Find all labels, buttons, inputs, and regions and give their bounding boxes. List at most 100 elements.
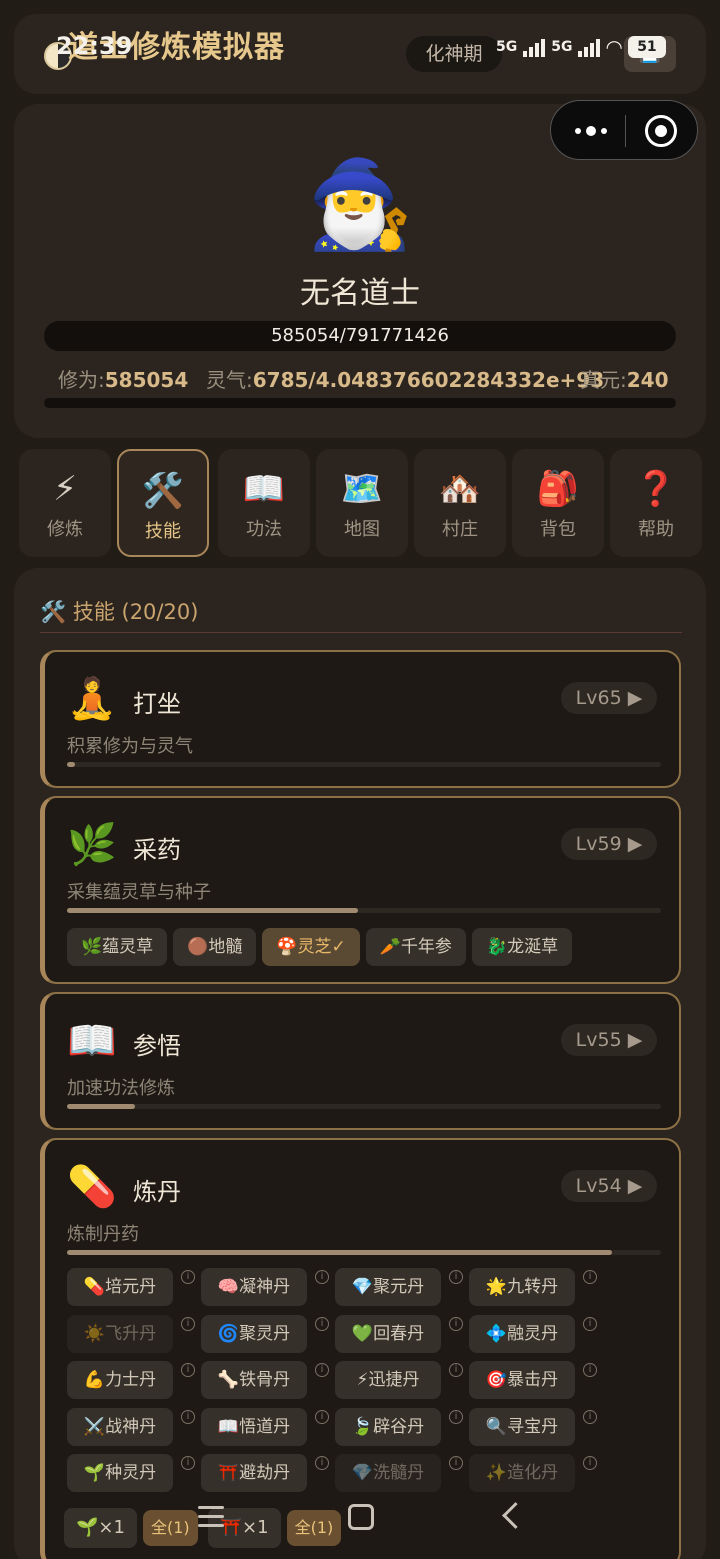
tab-village[interactable]: 🏘️ 村庄 [414,449,506,557]
back-icon[interactable] [500,1500,524,1530]
info-icon[interactable]: i [449,1409,463,1424]
pill-chip[interactable]: ⛩️避劫丹 [201,1454,307,1492]
menu-icon[interactable] [198,1506,224,1528]
signal-icon [578,37,601,57]
info-icon[interactable]: i [449,1363,463,1377]
pill-chip[interactable]: 🍃辟谷丹 [335,1407,441,1446]
pill-recipe: 🌱种灵丹 i [67,1454,197,1494]
info-icon[interactable]: i [315,1456,329,1470]
info-icon[interactable]: i [449,1316,463,1331]
skill-progress [67,1250,661,1255]
home-icon[interactable] [348,1504,374,1530]
skill-card-comprehend[interactable]: 📖 参悟 Lv55 ▶ 加速功法修炼 [40,992,681,1130]
info-icon[interactable]: i [181,1456,195,1470]
skill-progress-fill [67,908,359,913]
question-icon: ❓ [634,469,678,509]
signal-icon [523,37,546,57]
tab-help[interactable]: ❓ 帮助 [610,449,702,557]
info-icon[interactable]: i [315,1363,329,1377]
all-button[interactable]: 全(1) [286,1510,342,1546]
skill-card-meditate[interactable]: 🧘 打坐 Lv65 ▶ 积累修为与灵气 [40,650,681,788]
meditate-icon: 🧘 [67,676,117,722]
herb-chip[interactable]: 🌿蕴灵草 [67,928,168,966]
skill-level-button[interactable]: Lv59 ▶ [561,828,657,860]
pill-chip[interactable]: 💠融灵丹 [469,1314,575,1353]
book-icon: 📖 [67,1018,117,1064]
pill-recipe: ☀️飞升丹 i [67,1314,197,1355]
player-name: 无名道士 [300,276,420,311]
info-icon[interactable]: i [449,1456,463,1470]
pill-chip[interactable]: 🌱种灵丹 [67,1454,173,1492]
info-icon[interactable]: i [583,1363,597,1377]
skill-level-button[interactable]: Lv55 ▶ [561,1024,657,1056]
tab-label: 帮助 [638,519,674,540]
pill-chip[interactable]: ✨造化丹 [469,1454,575,1492]
more-icon[interactable] [571,119,611,143]
info-icon[interactable]: i [315,1409,329,1424]
tab-skills[interactable]: 🛠️ 技能 [117,449,209,557]
herb-chip[interactable]: 🟤地髓 [173,928,257,966]
divider [40,632,682,633]
tab-cultivate[interactable]: ⚡ 修炼 [19,449,111,557]
info-icon[interactable]: i [583,1316,597,1331]
pill-chip[interactable]: 🧠凝神丹 [201,1268,307,1306]
pill-chip[interactable]: 🌟九转丹 [469,1268,575,1306]
skills-title: 🛠️ 技能 (20/20) [40,600,199,624]
pill-chip[interactable]: 💊培元丹 [67,1268,173,1306]
skill-progress [67,762,661,767]
pill-chip[interactable]: ⚡迅捷丹 [335,1361,441,1399]
pill-chip[interactable]: ⚔️战神丹 [67,1407,173,1446]
tab-backpack[interactable]: 🎒 背包 [512,449,604,557]
herb-chip-selected[interactable]: 🍄灵芝✓ [262,928,360,966]
info-icon[interactable]: i [181,1409,195,1424]
skill-level-button[interactable]: Lv54 ▶ [561,1170,657,1202]
exp-text: 585054/791771426 [271,325,449,346]
close-target-icon[interactable] [645,115,677,147]
info-icon[interactable]: i [583,1409,597,1424]
herb-chip[interactable]: 🐉龙涎草 [471,928,573,966]
info-icon[interactable]: i [449,1270,463,1284]
skill-name: 参悟 [133,1032,181,1060]
skill-progress-fill [67,1104,136,1109]
info-icon[interactable]: i [315,1316,329,1331]
pill-chip[interactable]: 🔍寻宝丹 [469,1407,575,1446]
wifi-icon: ◠ [606,35,622,59]
book-icon: 📖 [242,469,286,509]
pill-chip[interactable]: 💚回春丹 [335,1314,441,1353]
pill-recipe: 💎洗髓丹 i [335,1454,465,1494]
info-icon[interactable]: i [583,1270,597,1284]
qi-bar [44,398,676,408]
skill-card-alchemy[interactable]: 💊 炼丹 Lv54 ▶ 炼制丹药 💊培元丹 i 🧠凝神丹 i 💎聚元丹 i 🌟九转丹 i ☀️飞… [40,1138,681,1559]
pill-recipe: ✨造化丹 i [469,1454,599,1494]
pill-icon: 💊 [67,1164,117,1210]
info-icon[interactable]: i [181,1270,195,1284]
queue-chip[interactable]: 🌱×1 [64,1508,137,1548]
skill-name: 采药 [133,836,181,864]
stat-qi: 灵气:6785/4.048376602284332e+93 [206,368,605,392]
pill-chip[interactable]: 💎洗髓丹 [335,1454,441,1492]
pill-chip[interactable]: 🌀聚灵丹 [201,1314,307,1353]
herb-options: 🌿蕴灵草 🟤地髓 🍄灵芝✓ 🥕千年参 🐉龙涎草 [67,928,573,966]
skill-level-button[interactable]: Lv65 ▶ [561,682,657,714]
skill-name: 炼丹 [133,1178,181,1206]
info-icon[interactable]: i [181,1316,195,1331]
realm-badge: 化神期 [406,36,502,72]
stat-cultivation: 修为:585054 [58,368,189,392]
pill-chip[interactable]: 💎聚元丹 [335,1268,441,1306]
all-button[interactable]: 全(1) [142,1510,198,1546]
info-icon[interactable]: i [181,1363,195,1377]
tab-map[interactable]: 🗺️ 地图 [316,449,408,557]
skill-progress-fill [67,762,75,767]
pill-chip[interactable]: 📖悟道丹 [201,1407,307,1446]
tab-techniques[interactable]: 📖 功法 [218,449,310,557]
pill-chip[interactable]: 🎯暴击丹 [469,1361,575,1399]
skill-card-gather[interactable]: 🌿 采药 Lv59 ▶ 采集蕴灵草与种子 🌿蕴灵草 🟤地髓 🍄灵芝✓ 🥕千年参 … [40,796,681,984]
pill-chip[interactable]: ☀️飞升丹 [67,1314,173,1353]
pill-chip[interactable]: 🦴铁骨丹 [201,1361,307,1399]
capsule-divider [625,115,626,147]
info-icon[interactable]: i [583,1456,597,1470]
skill-progress [67,1104,661,1109]
herb-chip[interactable]: 🥕千年参 [365,928,466,966]
pill-chip[interactable]: 💪力士丹 [67,1361,173,1399]
info-icon[interactable]: i [315,1270,329,1284]
